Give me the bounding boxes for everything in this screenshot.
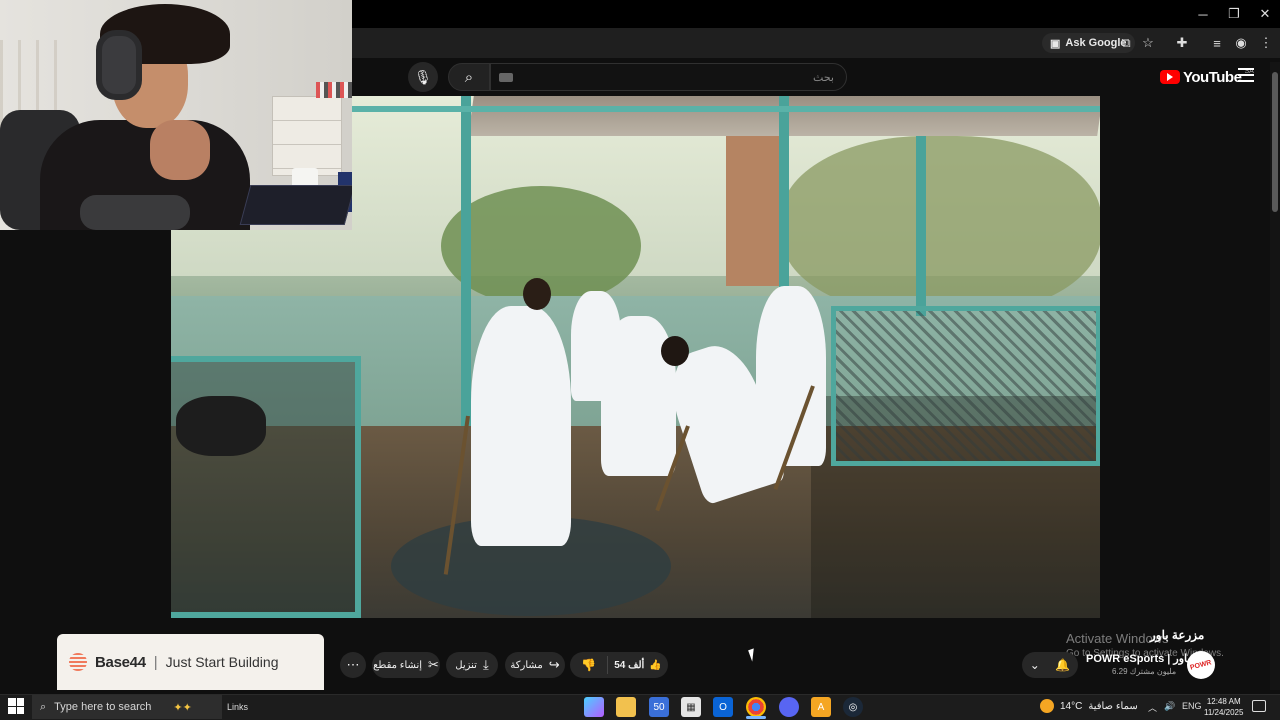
mail-badge: 50 <box>653 701 665 713</box>
download-icon: ⤓ <box>482 657 489 672</box>
ad-banner[interactable]: Base44 | Just Start Building <box>57 634 324 690</box>
volume-icon[interactable]: 🔊 <box>1164 701 1175 712</box>
extensions-icon[interactable]: ✚ <box>1172 33 1192 53</box>
language-indicator[interactable]: ENG <box>1182 701 1202 711</box>
scissors-icon: ✂ <box>428 657 439 672</box>
links-toolbar[interactable]: Links <box>227 702 248 712</box>
store-icon[interactable]: ▦ <box>681 697 701 717</box>
profile-icon[interactable]: ◉ <box>1231 33 1251 53</box>
share-button[interactable]: مشاركة ↪ <box>505 652 565 678</box>
taskbar-search-placeholder: Type here to search <box>54 701 152 713</box>
share-label: مشاركة <box>510 659 543 671</box>
restore-button[interactable]: ❐ <box>1217 0 1251 28</box>
search-placeholder: بحث <box>813 71 834 84</box>
install-app-icon[interactable]: ⧉ <box>1116 33 1136 53</box>
browser-menu-icon[interactable]: ⋮ <box>1256 33 1276 53</box>
search-icon: ⌕ <box>40 700 47 713</box>
channel-avatar[interactable]: POWR <box>1187 651 1215 679</box>
taskbar-search-box[interactable]: ⌕ Type here to search ✦✦ <box>32 695 222 719</box>
base44-logo-icon <box>69 653 87 671</box>
lens-icon: ▣ <box>1050 37 1061 50</box>
chevron-down-icon: ⌄ <box>1029 658 1040 672</box>
activate-windows-line1: Activate Windows <box>1066 631 1169 646</box>
sparkle-icon: ✦✦ <box>173 701 192 714</box>
ad-tagline: Just Start Building <box>165 654 279 670</box>
channel-name[interactable]: POWR eSports | باور <box>1086 652 1190 665</box>
close-button[interactable]: ✕ <box>1248 0 1280 28</box>
like-count: 54 ألف <box>614 659 645 671</box>
notification-center-icon[interactable] <box>1252 700 1266 712</box>
discord-icon[interactable] <box>779 697 799 717</box>
channel-avatar-text: POWR <box>1189 658 1213 672</box>
thumbs-down-icon: 👎 <box>581 658 596 672</box>
weather-widget[interactable]: 14°C سماء صافية <box>1040 699 1138 713</box>
thumbs-up-icon: 👍 <box>649 659 662 671</box>
media-controls-icon[interactable]: ≡ <box>1207 33 1227 53</box>
ad-separator: | <box>153 653 158 671</box>
youtube-logo-text: YouTube <box>1183 68 1242 86</box>
keyboard-icon[interactable] <box>499 72 513 82</box>
bookmark-star-icon[interactable]: ☆ <box>1138 33 1158 53</box>
chrome-icon[interactable] <box>746 697 766 717</box>
search-icon: ⌕ <box>464 68 474 86</box>
dislike-button[interactable]: 👎 <box>570 656 608 674</box>
minimize-button[interactable]: ─ <box>1186 0 1220 28</box>
more-horizontal-icon: ⋯ <box>346 657 360 672</box>
steam-icon[interactable]: ◎ <box>843 697 863 717</box>
more-actions-button[interactable]: ⋯ <box>340 652 366 678</box>
like-button[interactable]: 54 ألف 👍 <box>608 660 668 671</box>
download-button[interactable]: تنزيل ⤓ <box>446 652 498 678</box>
clip-button[interactable]: إنشاء مقطع ✂ <box>372 652 440 678</box>
copilot-icon[interactable] <box>584 697 604 717</box>
chrome-active-indicator <box>746 716 766 719</box>
hamburger-menu-icon[interactable] <box>1238 68 1254 82</box>
voice-search-button[interactable]: 🎙 <box>408 62 438 92</box>
weather-sun-icon <box>1040 699 1054 713</box>
weather-description: سماء صافية <box>1088 700 1138 712</box>
bell-icon: 🔔 <box>1055 658 1071 672</box>
clock-time: 12:48 AM <box>1206 697 1241 706</box>
search-button[interactable]: ⌕ <box>448 63 490 91</box>
outlook-icon[interactable]: O <box>713 697 733 717</box>
like-dislike-group: 👎 54 ألف 👍 <box>570 652 668 678</box>
youtube-play-icon <box>1160 70 1180 84</box>
mail-icon[interactable]: 50 <box>649 697 669 717</box>
file-explorer-icon[interactable] <box>616 697 636 717</box>
share-icon: ↪ <box>548 657 560 672</box>
download-label: تنزيل <box>455 659 477 671</box>
scrollbar-thumb[interactable] <box>1272 72 1278 212</box>
tray-chevron-icon[interactable]: ︿ <box>1148 701 1157 714</box>
microphone-icon: 🎙 <box>414 68 432 85</box>
page-scrollbar[interactable] <box>1270 62 1280 690</box>
search-input[interactable]: بحث <box>490 63 847 91</box>
subscription-settings-button[interactable]: ⌄ 🔔 <box>1022 652 1078 678</box>
webcam-overlay <box>0 0 352 230</box>
ad-brand: Base44 <box>95 653 146 671</box>
clip-label: إنشاء مقطع <box>373 659 423 671</box>
weather-temperature: 14°C <box>1060 700 1083 712</box>
mouse-cursor <box>748 648 758 662</box>
channel-subscriber-count: 6.29 مليون مشترك <box>1112 667 1177 676</box>
taskbar-clock[interactable]: 12:48 AM 11/24/2025 <box>1204 696 1243 718</box>
windows-start-icon[interactable] <box>8 698 24 714</box>
app-launcher-icon[interactable]: A <box>811 697 831 717</box>
clock-date: 11/24/2025 <box>1204 708 1244 717</box>
